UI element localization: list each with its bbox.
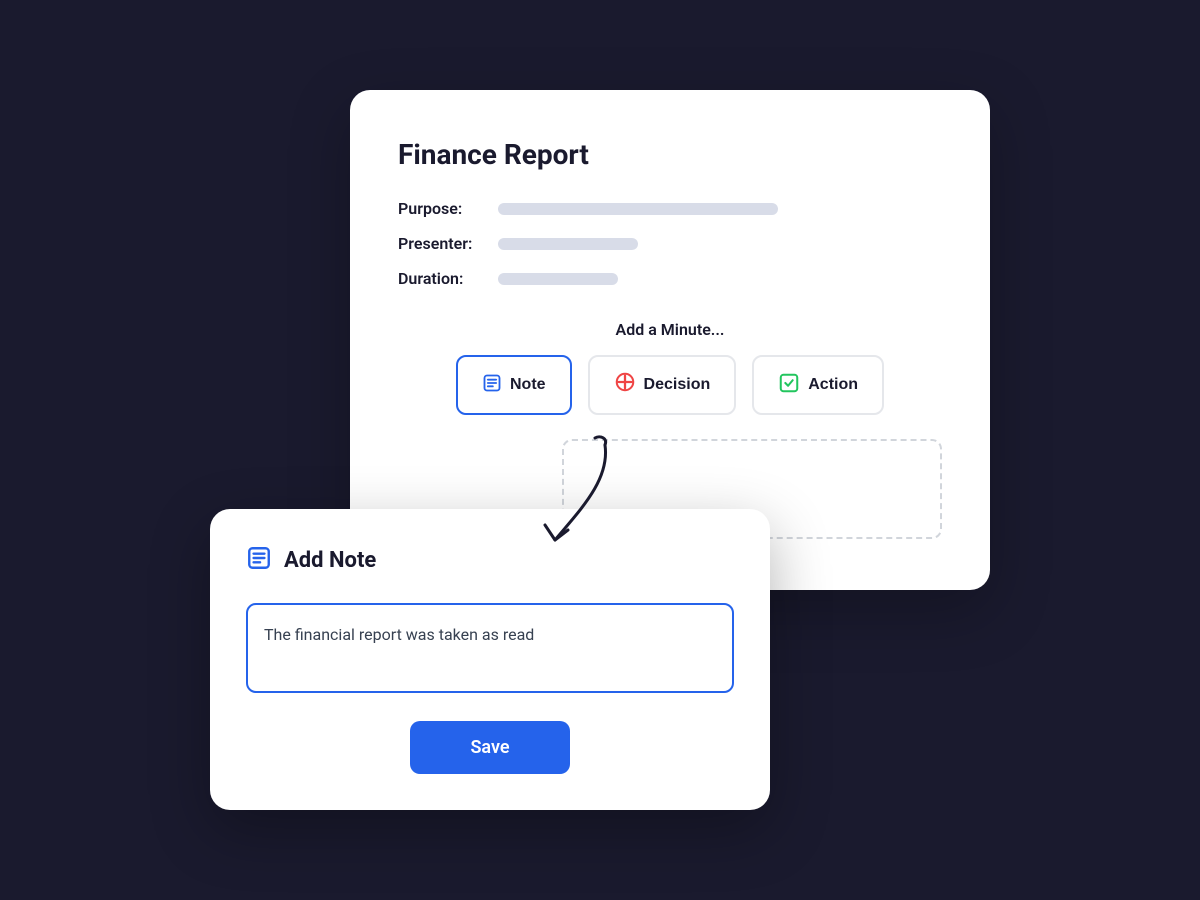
save-button[interactable]: Save	[410, 721, 569, 774]
add-minute-section: Add a Minute... Note	[398, 320, 942, 539]
presenter-row: Presenter:	[398, 234, 942, 253]
add-minute-label: Add a Minute...	[398, 320, 942, 339]
purpose-row: Purpose:	[398, 199, 942, 218]
presenter-value	[498, 238, 638, 250]
presenter-label: Presenter:	[398, 234, 498, 253]
purpose-value	[498, 203, 778, 215]
add-note-title: Add Note	[284, 548, 376, 573]
note-text-input[interactable]	[246, 603, 734, 693]
add-note-card: Add Note Save	[210, 509, 770, 810]
duration-row: Duration:	[398, 269, 942, 288]
decision-button[interactable]: Decision	[588, 355, 737, 415]
action-button[interactable]: Action	[752, 355, 884, 415]
minute-buttons-container: Note Decision	[398, 355, 942, 415]
finance-report-title: Finance Report	[398, 138, 942, 171]
decision-icon	[614, 371, 636, 399]
note-input-wrapper	[246, 603, 734, 697]
arrow-pointer	[530, 430, 650, 550]
note-button[interactable]: Note	[456, 355, 572, 415]
add-note-icon	[246, 545, 272, 575]
note-icon	[482, 373, 502, 398]
duration-value	[498, 273, 618, 285]
purpose-label: Purpose:	[398, 199, 498, 218]
decision-button-label: Decision	[644, 376, 711, 394]
duration-label: Duration:	[398, 269, 498, 288]
note-button-label: Note	[510, 376, 546, 394]
action-button-label: Action	[808, 376, 858, 394]
action-icon	[778, 372, 800, 399]
add-note-header: Add Note	[246, 545, 734, 575]
